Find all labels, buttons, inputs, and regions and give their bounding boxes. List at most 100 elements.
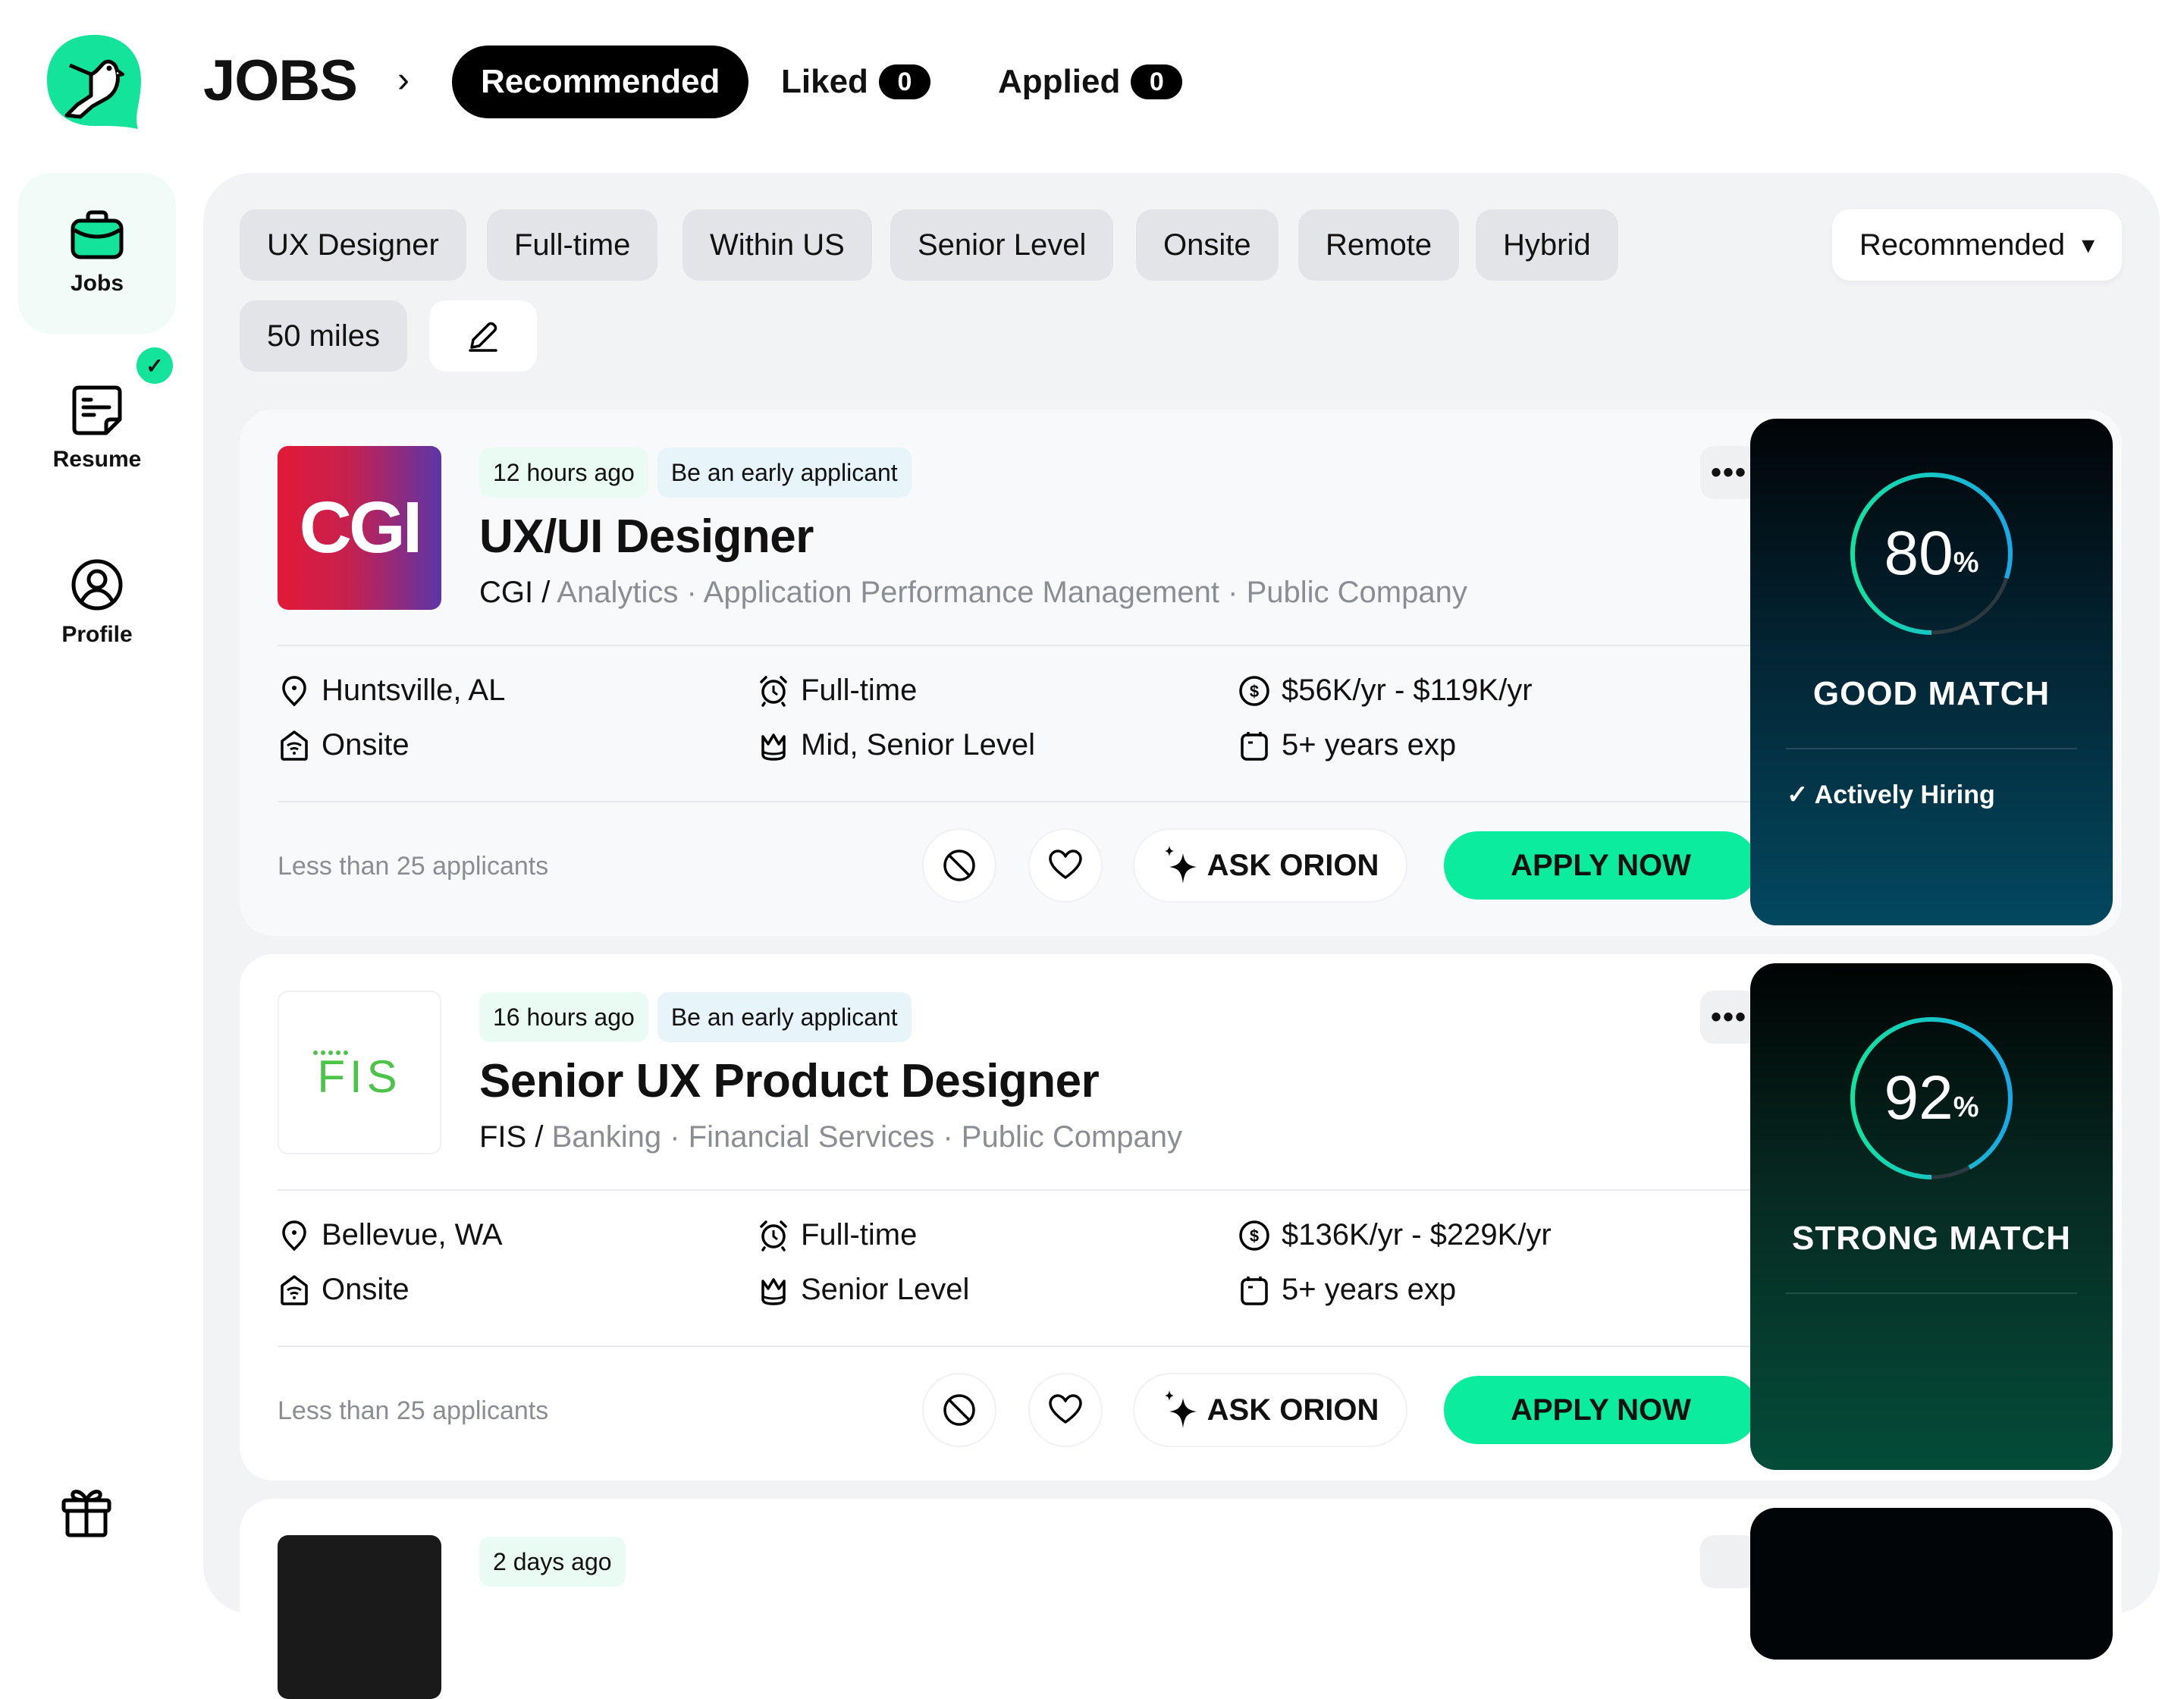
heart-icon bbox=[1049, 850, 1082, 879]
divider bbox=[278, 801, 1758, 802]
dollar-coin-icon: $ bbox=[1239, 675, 1269, 706]
company-industries: Banking · Financial Services · Public Co… bbox=[551, 1120, 1183, 1154]
apply-now-button[interactable]: APPLY NOW bbox=[1444, 831, 1758, 900]
filter-chip-hybrid[interactable]: Hybrid bbox=[1476, 209, 1618, 281]
work-mode-text: Onsite bbox=[322, 728, 410, 762]
ask-orion-label: ASK ORION bbox=[1207, 848, 1379, 882]
app-logo[interactable] bbox=[44, 32, 144, 132]
more-options-button[interactable]: ••• bbox=[1700, 991, 1758, 1044]
job-seniority: Mid, Senior Level bbox=[757, 728, 1035, 762]
tab-liked[interactable]: Liked 0 bbox=[781, 46, 930, 118]
job-experience: 5+ years exp bbox=[1238, 728, 1456, 762]
liked-count-badge: 0 bbox=[878, 64, 930, 99]
block-icon bbox=[943, 850, 975, 881]
heart-icon bbox=[1049, 1394, 1082, 1424]
sparkle-icon bbox=[1164, 1390, 1197, 1428]
hide-job-button[interactable] bbox=[922, 1373, 996, 1447]
like-job-button[interactable] bbox=[1028, 1373, 1103, 1447]
job-location: Huntsville, AL bbox=[278, 674, 505, 708]
ask-orion-button[interactable]: ASK ORION bbox=[1133, 1373, 1407, 1447]
match-score-panel: 92% STRONG MATCH bbox=[1750, 963, 2113, 1470]
posted-time-badge: 12 hours ago bbox=[479, 448, 648, 498]
company-separator: / bbox=[526, 1120, 552, 1154]
ask-orion-label: ASK ORION bbox=[1207, 1393, 1379, 1427]
early-applicant-badge: Be an early applicant bbox=[657, 448, 912, 498]
gift-button[interactable] bbox=[59, 1484, 114, 1538]
early-applicant-badge: Be an early applicant bbox=[657, 992, 912, 1042]
sparkle-icon bbox=[1164, 846, 1197, 884]
breadcrumb-chevron-icon: › bbox=[397, 60, 410, 100]
job-experience: 5+ years exp bbox=[1238, 1273, 1456, 1307]
tab-applied[interactable]: Applied 0 bbox=[998, 46, 1183, 118]
experience-text: 5+ years exp bbox=[1282, 1273, 1457, 1306]
employment-text: Full-time bbox=[801, 674, 918, 707]
bird-logo-icon bbox=[47, 35, 141, 129]
crown-icon bbox=[761, 733, 786, 761]
svg-text:$: $ bbox=[1250, 1226, 1259, 1245]
job-work-mode: Onsite bbox=[278, 1273, 410, 1307]
level-text: Senior Level bbox=[801, 1273, 970, 1306]
more-options-button[interactable] bbox=[1700, 1535, 1758, 1588]
dollar-coin-icon: $ bbox=[1239, 1220, 1269, 1251]
match-ring: 92% bbox=[1848, 1015, 2015, 1182]
page-title: JOBS bbox=[203, 49, 358, 113]
alarm-clock-icon bbox=[760, 1220, 787, 1251]
like-job-button[interactable] bbox=[1028, 828, 1103, 903]
more-options-button[interactable]: ••• bbox=[1700, 446, 1758, 499]
sidebar-item-profile[interactable]: Profile bbox=[18, 546, 176, 660]
block-icon bbox=[943, 1394, 975, 1426]
tab-applied-label: Applied bbox=[998, 63, 1121, 100]
location-pin-icon bbox=[282, 1220, 306, 1251]
caret-down-icon: ▾ bbox=[2082, 231, 2095, 259]
profile-icon bbox=[71, 559, 123, 611]
hide-job-button[interactable] bbox=[922, 828, 996, 903]
briefcase-icon bbox=[71, 210, 124, 259]
level-text: Mid, Senior Level bbox=[801, 728, 1036, 762]
percent-sign: % bbox=[1953, 1091, 1979, 1123]
posted-time-badge: 2 days ago bbox=[479, 1537, 626, 1587]
job-title[interactable]: UX/UI Designer bbox=[479, 507, 814, 567]
company-name[interactable]: FIS bbox=[479, 1120, 526, 1154]
filter-chip-job-type[interactable]: Full-time bbox=[487, 209, 658, 281]
sort-dropdown[interactable]: Recommended ▾ bbox=[1832, 209, 2122, 281]
job-title[interactable]: Senior UX Product Designer bbox=[479, 1051, 1100, 1112]
sidebar-item-jobs[interactable]: Jobs bbox=[18, 173, 176, 334]
applied-count-badge: 0 bbox=[1131, 64, 1183, 99]
job-work-mode: Onsite bbox=[278, 728, 410, 762]
tab-recommended[interactable]: Recommended bbox=[452, 46, 749, 118]
sidebar-item-profile-label: Profile bbox=[61, 622, 133, 647]
match-divider bbox=[1786, 748, 2077, 749]
filter-chip-location-scope[interactable]: Within US bbox=[682, 209, 872, 281]
crown-icon bbox=[761, 1277, 786, 1305]
salary-text: $136K/yr - $229K/yr bbox=[1282, 1218, 1552, 1251]
match-ring: 80% bbox=[1848, 470, 2015, 637]
fis-logo-icon: FIS bbox=[313, 1050, 397, 1102]
location-text: Huntsville, AL bbox=[322, 674, 506, 707]
sidebar-item-resume[interactable]: Resume bbox=[18, 372, 176, 485]
work-mode-text: Onsite bbox=[322, 1273, 410, 1306]
filter-chip-role[interactable]: UX Designer bbox=[240, 209, 466, 281]
resume-icon bbox=[72, 385, 122, 435]
match-score-panel: 80% GOOD MATCH ✓ Actively Hiring bbox=[1750, 419, 2113, 925]
location-pin-icon bbox=[282, 675, 306, 706]
company-industries: Analytics · Application Performance Mana… bbox=[557, 576, 1467, 609]
filter-chip-onsite[interactable]: Onsite bbox=[1136, 209, 1279, 281]
filter-chip-remote[interactable]: Remote bbox=[1298, 209, 1460, 281]
calendar-icon bbox=[1241, 731, 1268, 761]
job-salary: $ $56K/yr - $119K/yr bbox=[1238, 674, 1533, 708]
sidebar-item-jobs-label: Jobs bbox=[70, 271, 124, 296]
ask-orion-button[interactable]: ASK ORION bbox=[1133, 828, 1407, 903]
company-name[interactable]: CGI bbox=[479, 576, 533, 609]
svg-text:$: $ bbox=[1250, 682, 1259, 701]
sort-selected: Recommended bbox=[1859, 228, 2066, 262]
filter-chip-level[interactable]: Senior Level bbox=[890, 209, 1114, 281]
percent-sign: % bbox=[1953, 546, 1979, 579]
applicant-count: Less than 25 applicants bbox=[278, 1396, 549, 1425]
onsite-building-icon bbox=[281, 1274, 308, 1305]
company-logo: CGI bbox=[278, 446, 441, 610]
match-percent: 80 bbox=[1884, 519, 1953, 588]
edit-filters-button[interactable] bbox=[429, 300, 537, 372]
experience-text: 5+ years exp bbox=[1282, 728, 1457, 762]
apply-now-button[interactable]: APPLY NOW bbox=[1444, 1376, 1758, 1444]
filter-chip-distance[interactable]: 50 miles bbox=[240, 300, 407, 372]
